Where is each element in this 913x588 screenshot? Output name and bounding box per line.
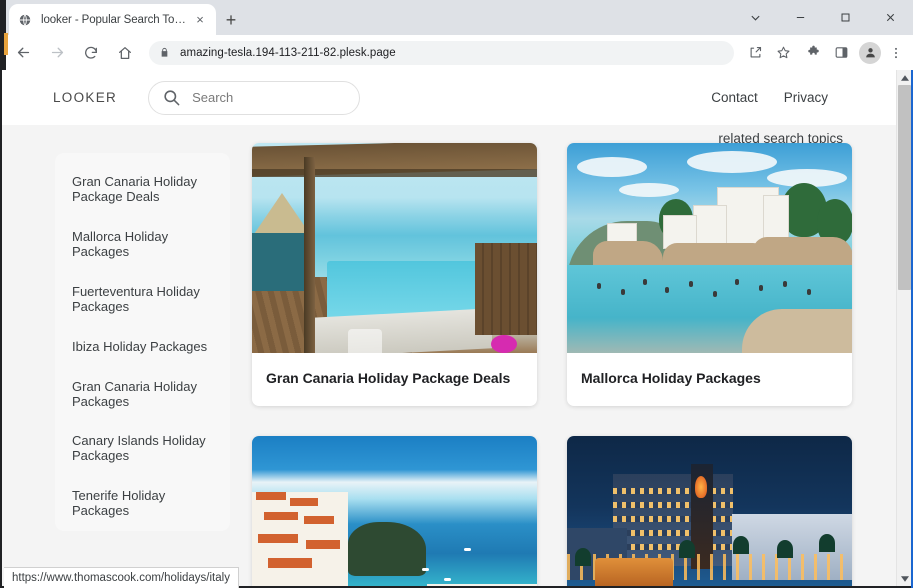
minimize-button[interactable] xyxy=(778,0,823,35)
home-icon[interactable] xyxy=(111,39,139,67)
sidebar-item-gran-canaria[interactable]: Gran Canaria Holiday Packages xyxy=(55,379,230,410)
header-nav: Contact Privacy xyxy=(711,90,828,105)
back-arrow-icon[interactable] xyxy=(9,39,37,67)
side-panel-icon[interactable] xyxy=(828,40,854,66)
avatar-icon[interactable] xyxy=(859,41,881,64)
scroll-down-arrow-icon[interactable] xyxy=(897,571,912,586)
star-icon[interactable] xyxy=(770,40,796,66)
page-scrollbar[interactable] xyxy=(896,70,911,586)
chevron-down-icon[interactable] xyxy=(733,0,778,35)
sidebar-item-tenerife[interactable]: Tenerife Holiday Packages xyxy=(55,488,230,519)
nav-link-contact[interactable]: Contact xyxy=(711,90,758,105)
status-bar-url: https://www.thomascook.com/holidays/ital… xyxy=(12,572,230,584)
topic-card[interactable] xyxy=(252,435,537,586)
scroll-up-arrow-icon[interactable] xyxy=(897,70,912,85)
puzzle-piece-icon[interactable] xyxy=(800,40,826,66)
address-bar[interactable]: amazing-tesla.194-113-211-82.plesk.page xyxy=(149,40,734,65)
address-bar-url: amazing-tesla.194-113-211-82.plesk.page xyxy=(180,46,396,59)
window-controls xyxy=(733,0,913,35)
lock-icon xyxy=(159,47,170,58)
search-box[interactable] xyxy=(148,80,361,115)
topic-card[interactable]: Gran Canaria Holiday Package Deals xyxy=(252,143,537,406)
nav-link-privacy[interactable]: Privacy xyxy=(784,90,828,105)
scrollbar-thumb[interactable] xyxy=(898,85,911,290)
forward-arrow-icon[interactable] xyxy=(43,39,71,67)
tab-strip: looker - Popular Search Topics × + xyxy=(0,0,913,35)
tropical-villa-infinity-pool-photo xyxy=(252,143,537,353)
sidebar-item-ibiza[interactable]: Ibiza Holiday Packages xyxy=(55,339,230,355)
three-dot-menu-icon[interactable] xyxy=(884,40,908,66)
site-brand-logo[interactable]: LOOKER xyxy=(53,90,117,105)
new-tab-button[interactable]: + xyxy=(221,10,241,30)
coastal-town-turquoise-bay-photo xyxy=(252,435,537,586)
tab-title: looker - Popular Search Topics xyxy=(41,13,192,26)
night-resort-hotel-pool-photo xyxy=(567,435,852,586)
page-viewport: LOOKER Contact Privacy related search to… xyxy=(2,70,896,586)
sidebar-item-fuerteventura[interactable]: Fuerteventura Holiday Packages xyxy=(55,284,230,315)
status-bar: https://www.thomascook.com/holidays/ital… xyxy=(4,567,239,588)
site-header: LOOKER Contact Privacy xyxy=(2,70,896,125)
browser-toolbar: amazing-tesla.194-113-211-82.plesk.page xyxy=(0,35,913,70)
topic-card[interactable] xyxy=(567,435,852,586)
topic-card-grid: Gran Canaria Holiday Package Deals Mallo… xyxy=(252,143,852,586)
topic-card-title: Mallorca Holiday Packages xyxy=(581,370,761,386)
topic-card-title: Gran Canaria Holiday Package Deals xyxy=(266,370,511,386)
topic-card[interactable]: Mallorca Holiday Packages xyxy=(567,143,852,406)
share-icon[interactable] xyxy=(742,40,768,66)
close-icon[interactable]: × xyxy=(192,12,208,28)
window-edge-accent xyxy=(4,33,8,55)
browser-window: looker - Popular Search Topics × + amazi… xyxy=(0,0,913,588)
mediterranean-beach-village-photo xyxy=(567,143,852,353)
close-window-button[interactable] xyxy=(868,0,913,35)
sidebar-item-mallorca[interactable]: Mallorca Holiday Packages xyxy=(55,229,230,260)
sidebar-topics-panel: Gran Canaria Holiday Package Deals Mallo… xyxy=(55,153,230,531)
reload-icon[interactable] xyxy=(77,39,105,67)
browser-tab[interactable]: looker - Popular Search Topics × xyxy=(9,4,216,35)
sidebar-item-gran-canaria-deals[interactable]: Gran Canaria Holiday Package Deals xyxy=(55,174,230,205)
sidebar-item-canary-islands[interactable]: Canary Islands Holiday Packages xyxy=(55,433,230,464)
search-input[interactable] xyxy=(192,90,333,105)
search-icon xyxy=(162,88,181,107)
page-body: related search topics Gran Canaria Holid… xyxy=(2,125,896,586)
maximize-button[interactable] xyxy=(823,0,868,35)
globe-icon xyxy=(17,12,33,28)
